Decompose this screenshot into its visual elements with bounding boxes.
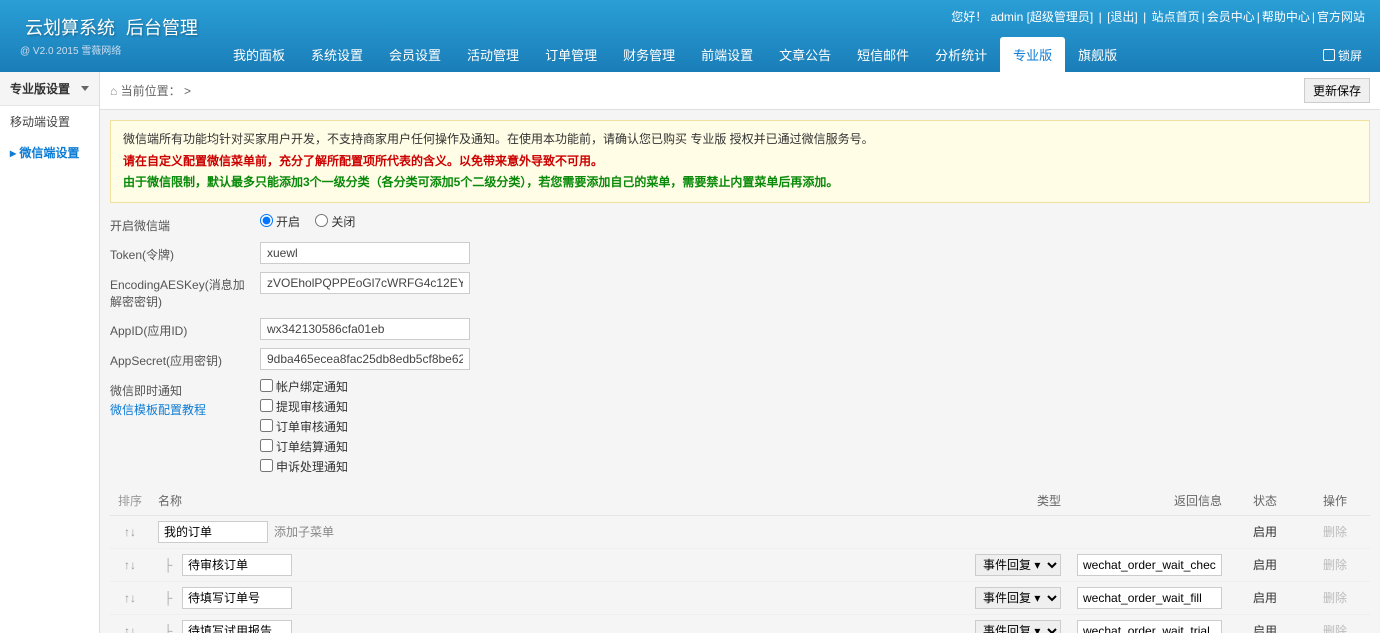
col-type: 类型 <box>967 486 1069 516</box>
enable-off-radio[interactable]: 关闭 <box>315 215 355 229</box>
col-ops: 操作 <box>1300 486 1370 516</box>
top-link[interactable]: 帮助中心 <box>1262 10 1310 24</box>
menu-name-input[interactable] <box>158 521 268 543</box>
sidebar-title[interactable]: 专业版设置 <box>0 72 99 106</box>
table-row: ↑↓ 添加子菜单 启用 删除 <box>110 515 1370 548</box>
lock-screen-button[interactable]: 锁屏 <box>1323 47 1362 64</box>
logo: 云划算系统 后台管理 @ V2.0 2015 雪薇网络 <box>20 14 198 57</box>
main-nav: 我的面板系统设置会员设置活动管理订单管理财务管理前端设置文章公告短信邮件分析统计… <box>220 37 1130 72</box>
app-header: 云划算系统 后台管理 @ V2.0 2015 雪薇网络 您好！ admin [超… <box>0 0 1380 72</box>
table-row: ↑↓├事件回复 ▾启用删除 <box>110 548 1370 581</box>
notify-checkbox[interactable]: 提现审核通知 <box>260 398 1358 415</box>
nav-item[interactable]: 旗舰版 <box>1065 37 1130 72</box>
appid-label: AppID(应用ID) <box>110 318 260 339</box>
logo-title: 云划算系统 <box>25 18 115 38</box>
notify-checkbox[interactable]: 订单审核通知 <box>260 418 1358 435</box>
sidebar: 专业版设置 移动端设置微信端设置 <box>0 72 100 633</box>
aeskey-label: EncodingAESKey(消息加解密密钥) <box>110 272 260 310</box>
menu-name-input[interactable] <box>182 620 292 633</box>
breadcrumb: 当前位置： > 更新保存 <box>100 72 1380 110</box>
main-content: 当前位置： > 更新保存 微信端所有功能均针对买家用户开发，不支持商家用户任何操… <box>100 72 1380 633</box>
sort-handle[interactable]: ↑↓ <box>110 581 150 614</box>
logo-version: @ V2.0 2015 雪薇网络 <box>20 42 198 57</box>
retmsg-input[interactable] <box>1077 554 1222 576</box>
nav-item[interactable]: 我的面板 <box>220 37 298 72</box>
logout-link[interactable]: [退出] <box>1107 10 1138 24</box>
table-row: ↑↓├事件回复 ▾启用删除 <box>110 614 1370 633</box>
type-select[interactable]: 事件回复 ▾ <box>975 587 1061 609</box>
appsecret-label: AppSecret(应用密钥) <box>110 348 260 369</box>
table-row: ↑↓├事件回复 ▾启用删除 <box>110 581 1370 614</box>
crumb-label: 当前位置： <box>121 84 181 98</box>
sidebar-item[interactable]: 移动端设置 <box>0 106 99 137</box>
nav-item[interactable]: 会员设置 <box>376 37 454 72</box>
nav-item[interactable]: 短信邮件 <box>844 37 922 72</box>
nav-item[interactable]: 系统设置 <box>298 37 376 72</box>
delete-button[interactable]: 删除 <box>1323 591 1347 605</box>
menu-name-input[interactable] <box>182 587 292 609</box>
status-cell[interactable]: 启用 <box>1230 515 1300 548</box>
menu-name-input[interactable] <box>182 554 292 576</box>
logo-subtitle: 后台管理 <box>126 18 198 38</box>
delete-button[interactable]: 删除 <box>1323 624 1347 633</box>
user-name: admin <box>991 10 1024 24</box>
nav-item[interactable]: 财务管理 <box>610 37 688 72</box>
template-config-link[interactable]: 微信模板配置教程 <box>110 401 252 418</box>
save-button[interactable]: 更新保存 <box>1304 78 1370 103</box>
col-status: 状态 <box>1230 486 1300 516</box>
notify-checkbox[interactable]: 订单结算通知 <box>260 438 1358 455</box>
nav-item[interactable]: 活动管理 <box>454 37 532 72</box>
enable-on-radio[interactable]: 开启 <box>260 215 300 229</box>
enable-label: 开启微信端 <box>110 213 260 234</box>
notice-box: 微信端所有功能均针对买家用户开发，不支持商家用户任何操作及通知。在使用本功能前，… <box>110 120 1370 203</box>
top-links: 您好！ admin [超级管理员] | [退出] | 站点首页|会员中心|帮助中… <box>951 8 1365 25</box>
type-select[interactable]: 事件回复 ▾ <box>975 554 1061 576</box>
token-input[interactable] <box>260 242 470 264</box>
nav-item[interactable]: 前端设置 <box>688 37 766 72</box>
sidebar-item[interactable]: 微信端设置 <box>0 137 99 168</box>
col-retmsg: 返回信息 <box>1069 486 1230 516</box>
status-cell[interactable]: 启用 <box>1230 614 1300 633</box>
aeskey-input[interactable] <box>260 272 470 294</box>
delete-button[interactable]: 删除 <box>1323 558 1347 572</box>
top-link[interactable]: 站点首页 <box>1152 10 1200 24</box>
role-link[interactable]: [超级管理员] <box>1027 10 1094 24</box>
notice-line3: 由于微信限制，默认最多只能添加3个一级分类（各分类可添加5个二级分类），若您需要… <box>123 172 1357 194</box>
retmsg-input[interactable] <box>1077 587 1222 609</box>
nav-item[interactable]: 专业版 <box>1000 37 1065 72</box>
notify-checkbox[interactable]: 帐户绑定通知 <box>260 378 1358 395</box>
token-label: Token(令牌) <box>110 242 260 263</box>
sort-handle[interactable]: ↑↓ <box>110 548 150 581</box>
greet-text: 您好！ <box>951 10 987 24</box>
add-submenu-link[interactable]: 添加子菜单 <box>274 525 334 539</box>
top-link[interactable]: 会员中心 <box>1207 10 1255 24</box>
appid-input[interactable] <box>260 318 470 340</box>
sort-handle[interactable]: ↑↓ <box>110 614 150 633</box>
notice-line1: 微信端所有功能均针对买家用户开发，不支持商家用户任何操作及通知。在使用本功能前，… <box>123 129 1357 151</box>
status-cell[interactable]: 启用 <box>1230 581 1300 614</box>
nav-item[interactable]: 文章公告 <box>766 37 844 72</box>
col-name: 名称 <box>150 486 967 516</box>
retmsg-input[interactable] <box>1077 620 1222 633</box>
type-select[interactable]: 事件回复 ▾ <box>975 620 1061 633</box>
top-link[interactable]: 官方网站 <box>1317 10 1365 24</box>
crumb-path: > <box>184 84 191 98</box>
nav-item[interactable]: 分析统计 <box>922 37 1000 72</box>
notify-label: 微信即时通知 微信模板配置教程 <box>110 378 260 418</box>
sort-handle[interactable]: ↑↓ <box>110 515 150 548</box>
appsecret-input[interactable] <box>260 348 470 370</box>
notify-checkbox[interactable]: 申诉处理通知 <box>260 458 1358 475</box>
delete-button[interactable]: 删除 <box>1323 525 1347 539</box>
status-cell[interactable]: 启用 <box>1230 548 1300 581</box>
col-sort: 排序 <box>110 486 150 516</box>
menu-table: 排序 名称 类型 返回信息 状态 操作 ↑↓添加子菜单启用删除↑↓├事件回复 ▾… <box>110 486 1370 633</box>
nav-item[interactable]: 订单管理 <box>532 37 610 72</box>
notice-line2: 请在自定义配置微信菜单前，充分了解所配置项所代表的含义。以免带来意外导致不可用。 <box>123 151 1357 173</box>
